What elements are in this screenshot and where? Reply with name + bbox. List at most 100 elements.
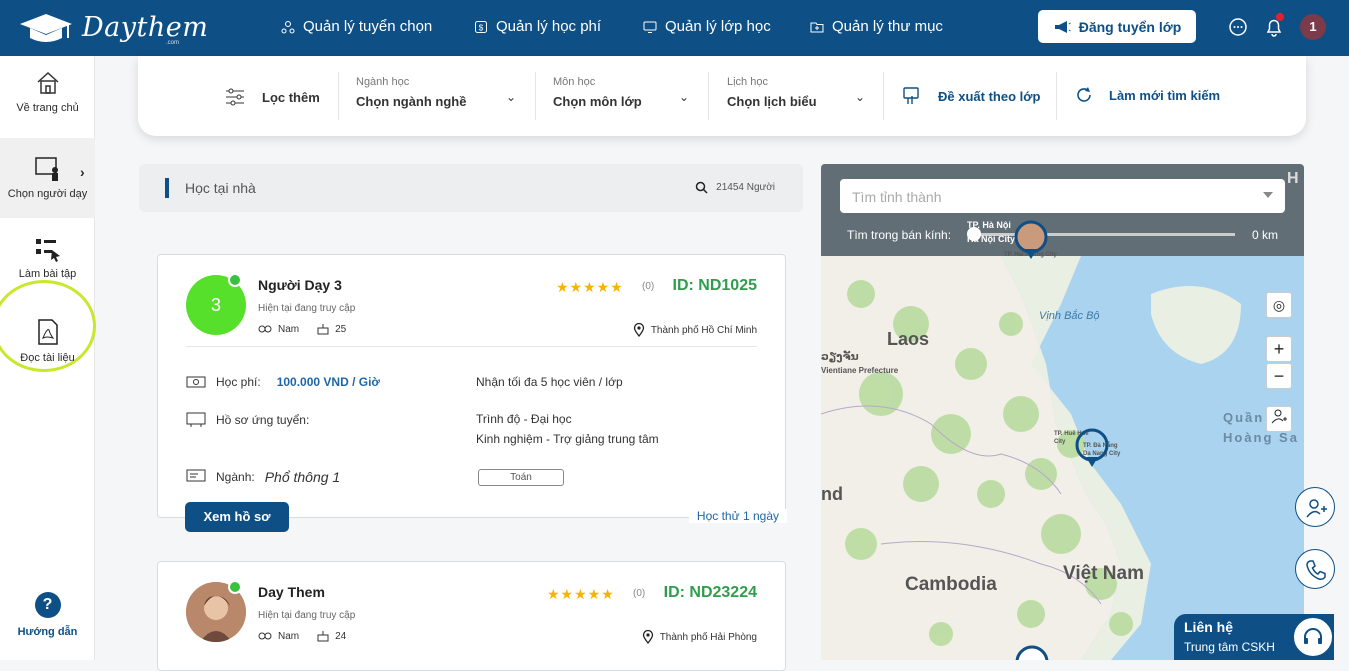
rating-stars: ★★★★★ (547, 586, 615, 602)
hoang-label: Hoàng Sa (1223, 430, 1299, 445)
location-text: Thành phố Hải Phòng (659, 631, 757, 643)
contact-title: Liên hệ (1184, 619, 1234, 635)
select-label: Ngành học (356, 76, 410, 88)
svg-text:$: $ (479, 23, 484, 32)
select-value: Chọn môn lớp (553, 94, 642, 109)
fee-value: 100.000 VND / Giờ (276, 375, 380, 389)
province-placeholder: Tìm tỉnh thành (852, 189, 942, 205)
teacher-board-icon (34, 157, 58, 181)
result-title: Học tại nhà (185, 180, 256, 196)
graduation-cap-icon (20, 14, 72, 42)
map-panel[interactable]: Laos ວຽງຈັນ Vientiane Prefecture Vịnh Bắ… (821, 164, 1304, 660)
teacher-meta: Nam 24 (258, 630, 346, 642)
location: Thành phố Hải Phòng (642, 630, 757, 644)
locate-icon[interactable]: ◎ (1266, 292, 1292, 318)
radius-value: 0 km (1251, 228, 1278, 242)
result-count: 21454 Người (695, 181, 775, 194)
vietnam-label: Việt Nam (1063, 563, 1144, 584)
nav-fees[interactable]: $ Quản lý học phí (474, 18, 601, 35)
major-label: Ngành: (216, 470, 255, 484)
divider (708, 72, 709, 120)
nav-classes[interactable]: Quản lý lớp học (643, 18, 771, 35)
daythem-logo[interactable]: Daythem .com (16, 8, 208, 48)
map-marker[interactable] (1074, 427, 1110, 471)
age: 24 (335, 630, 347, 642)
phone-icon (1306, 560, 1326, 580)
hanoi-label: TP. Hà Nội (967, 220, 1011, 230)
teacher-name[interactable]: Day Them (258, 584, 325, 600)
subject-tag: Toán (478, 469, 564, 486)
fee-row: Học phí: 100.000 VND / Giờ (186, 375, 380, 389)
cambodia-label: Cambodia (905, 574, 997, 595)
subject-select[interactable]: Môn học Chọn môn lớp ⌄ (553, 76, 693, 116)
cake-icon (317, 324, 329, 335)
monitor-class-icon (643, 21, 657, 33)
suggest-by-class-button[interactable]: Đề xuất theo lớp (902, 86, 1040, 106)
refresh-search-button[interactable]: Làm mới tìm kiếm (1075, 86, 1220, 104)
teacher-card[interactable]: 3 Người Dạy 3 Hiện tại đang truy cập Nam… (157, 254, 787, 532)
chat-icon[interactable] (1227, 16, 1249, 38)
zoom-in-button[interactable]: + (1266, 336, 1292, 362)
sidebar-item-choose-teacher[interactable]: Chọn người dạy › (0, 138, 95, 218)
online-status: Hiện tại đang truy cập (258, 610, 356, 621)
customer-care-widget[interactable]: Liên hệ Trung tâm CSKH (1174, 614, 1334, 660)
major-value: Phổ thông 1 (264, 469, 341, 485)
chevron-right-icon: › (80, 164, 85, 180)
nav-folders[interactable]: Quản lý thư mục (810, 18, 943, 35)
trial-label: Học thử 1 ngày (688, 509, 787, 523)
map-marker[interactable] (1014, 644, 1050, 660)
schedule-select[interactable]: Lịch học Chọn lịch biểu ⌄ (727, 76, 867, 116)
suggest-label: Đề xuất theo lớp (938, 88, 1041, 104)
hanoi-city-label: Hà Nội City (967, 234, 1016, 244)
zoom-out-button[interactable]: − (1266, 363, 1292, 389)
more-filters-button[interactable]: Lọc thêm (224, 86, 320, 108)
review-count: (0) (633, 588, 646, 599)
major-select[interactable]: Ngành học Chọn ngành nghề ⌄ (356, 76, 518, 116)
add-contact-button[interactable] (1295, 487, 1335, 527)
divider (1056, 72, 1057, 120)
chevron-down-icon: ⌄ (855, 90, 866, 104)
brand-sub: .com (166, 40, 180, 46)
online-status: Hiện tại đang truy cập (258, 303, 356, 314)
folder-plus-icon (810, 22, 824, 32)
profile-label: Hồ sơ ứng tuyển: (216, 413, 310, 427)
chevron-down-icon: ⌄ (679, 90, 690, 104)
nav-label: Quản lý lớp học (665, 18, 771, 35)
sidebar-item-label: Làm bài tập (18, 268, 77, 280)
view-profile-button[interactable]: Xem hồ sơ (185, 502, 289, 532)
map-pin-icon (642, 630, 653, 644)
sidebar-item-documents[interactable]: Đọc tài liệu (0, 318, 95, 364)
top-bar: Daythem .com Quản lý tuyển chọn $ Quản l… (0, 0, 1349, 56)
sidebar: Về trang chủ Chọn người dạy › Làm bài tậ… (0, 56, 96, 660)
post-class-button[interactable]: Đăng tuyển lớp (1038, 10, 1196, 43)
hand-point-icon (903, 87, 919, 104)
h-label: H (1287, 170, 1299, 187)
search-icon[interactable] (695, 181, 708, 194)
count-label: 21454 Người (716, 182, 775, 193)
sidebar-item-exercise[interactable]: Làm bài tập (0, 236, 95, 280)
divider (535, 72, 536, 120)
fee-label: Học phí: (216, 375, 261, 389)
cash-icon (186, 376, 206, 388)
people-network-icon (281, 20, 295, 33)
user-pin-icon[interactable] (1266, 406, 1292, 432)
map-marker[interactable] (1013, 219, 1049, 263)
nd-label: nd (821, 484, 843, 504)
sidebar-item-home[interactable]: Về trang chủ (0, 70, 95, 114)
refresh-label: Làm mới tìm kiếm (1109, 87, 1221, 103)
pdf-document-icon (37, 319, 58, 345)
nav-recruitment[interactable]: Quản lý tuyển chọn (281, 18, 432, 35)
notification-dot (1276, 13, 1284, 21)
teacher-name[interactable]: Người Dạy 3 (258, 277, 342, 293)
post-class-label: Đăng tuyển lớp (1078, 18, 1182, 35)
call-button[interactable] (1295, 549, 1335, 589)
province-search-select[interactable]: Tìm tỉnh thành (840, 179, 1285, 213)
vientiane-label: ວຽງຈັນ (821, 351, 859, 363)
age: 25 (335, 323, 347, 335)
map-search-overlay: Tìm tỉnh thành Tìm trong bán kính: 0 km … (821, 164, 1304, 256)
help-link[interactable]: ? Hướng dẫn (0, 592, 95, 638)
user-avatar[interactable]: 1 (1300, 14, 1326, 40)
nav-label: Quản lý thư mục (832, 18, 943, 35)
teacher-card[interactable]: Day Them Hiện tại đang truy cập Nam 24 ★… (157, 561, 786, 671)
refresh-icon (1077, 87, 1091, 102)
